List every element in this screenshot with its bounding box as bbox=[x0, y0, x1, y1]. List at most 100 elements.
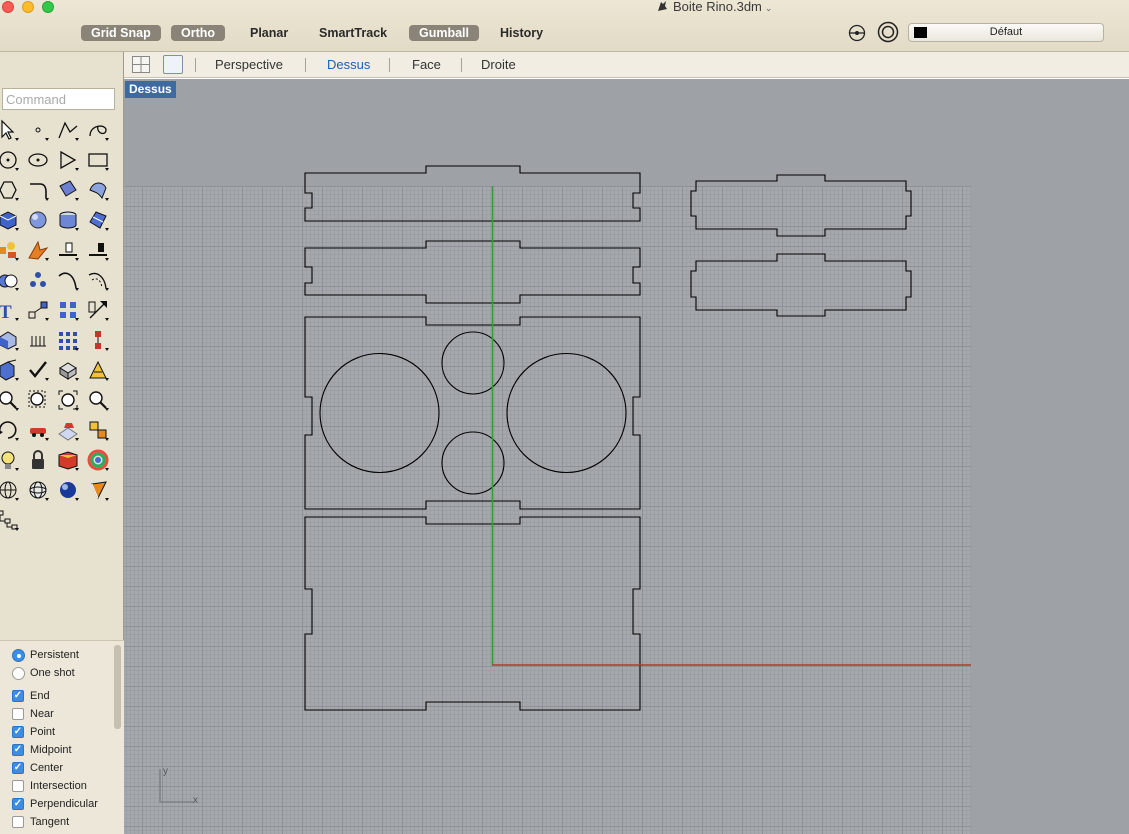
circle-icon[interactable] bbox=[0, 148, 20, 172]
snap-tangent[interactable]: Tangent bbox=[12, 814, 69, 830]
single-viewport-icon[interactable] bbox=[163, 55, 183, 74]
zoom-icon[interactable] bbox=[0, 388, 20, 412]
render-grid-icon[interactable] bbox=[56, 418, 80, 442]
tab-perspective[interactable]: Perspective bbox=[215, 57, 283, 72]
trim-icon[interactable] bbox=[56, 238, 80, 262]
current-layer-select[interactable]: Défaut bbox=[908, 23, 1104, 42]
gumball-move-icon[interactable] bbox=[26, 298, 50, 322]
center-checkbox[interactable]: ✓ bbox=[12, 762, 24, 774]
analyze-icon[interactable] bbox=[86, 358, 110, 382]
camera-target-icon[interactable] bbox=[86, 478, 110, 502]
box-side-panel[interactable] bbox=[304, 165, 641, 222]
split-icon[interactable] bbox=[86, 238, 110, 262]
one-shot-radio[interactable] bbox=[12, 666, 25, 680]
history-button[interactable]: History bbox=[490, 25, 553, 41]
point-icon[interactable] bbox=[26, 118, 50, 142]
intersection-checkbox[interactable] bbox=[12, 780, 24, 792]
ellipse-icon[interactable] bbox=[26, 148, 50, 172]
check-icon[interactable] bbox=[26, 358, 50, 382]
explode-icon[interactable] bbox=[26, 238, 50, 262]
viewport-title-label[interactable]: Dessus bbox=[125, 81, 176, 98]
solid-tools-icon[interactable] bbox=[0, 328, 20, 352]
point-checkbox[interactable]: ✓ bbox=[12, 726, 24, 738]
box-end-panel[interactable] bbox=[690, 253, 912, 317]
persistent-radio[interactable] bbox=[12, 648, 25, 662]
offset-icon[interactable] bbox=[86, 268, 110, 292]
transform-icon[interactable] bbox=[0, 238, 20, 262]
box-end-panel[interactable] bbox=[690, 174, 912, 237]
zoom-window-icon[interactable] bbox=[26, 388, 50, 412]
gumball-button[interactable]: Gumball bbox=[409, 25, 480, 41]
window-minimize-button[interactable] bbox=[22, 1, 34, 13]
near-checkbox[interactable] bbox=[12, 708, 24, 720]
osnap-toggle-icon[interactable] bbox=[847, 24, 867, 42]
window-close-button[interactable] bbox=[2, 1, 14, 13]
tab-face[interactable]: Face bbox=[412, 57, 441, 72]
large-circle-hole[interactable] bbox=[506, 352, 627, 474]
array-icon[interactable] bbox=[56, 298, 80, 322]
snap-intersection[interactable]: Intersection bbox=[12, 778, 87, 794]
end-checkbox[interactable]: ✓ bbox=[12, 690, 24, 702]
small-circle-hole[interactable] bbox=[441, 331, 505, 395]
command-input[interactable] bbox=[2, 88, 115, 110]
car-icon[interactable] bbox=[26, 418, 50, 442]
planar-button[interactable]: Planar bbox=[240, 25, 298, 41]
block-icon[interactable] bbox=[56, 358, 80, 382]
boolean-icon[interactable] bbox=[0, 268, 20, 292]
perpendicular-checkbox[interactable]: ✓ bbox=[12, 798, 24, 810]
cylinder-icon[interactable] bbox=[56, 208, 80, 232]
polygon-icon[interactable] bbox=[56, 148, 80, 172]
snap-center[interactable]: ✓ Center bbox=[12, 760, 63, 776]
shaded-sphere-icon[interactable] bbox=[26, 478, 50, 502]
snap-midpoint[interactable]: ✓ Midpoint bbox=[12, 742, 72, 758]
select-arrow-icon[interactable] bbox=[0, 118, 20, 142]
record-history-icon[interactable] bbox=[877, 21, 899, 43]
ortho-button[interactable]: Ortho bbox=[171, 25, 226, 41]
lock-icon[interactable] bbox=[26, 448, 50, 472]
sphere-icon[interactable] bbox=[26, 208, 50, 232]
tab-dessus[interactable]: Dessus bbox=[327, 57, 370, 72]
tab-droite[interactable]: Droite bbox=[481, 57, 516, 72]
snap-perpendicular[interactable]: ✓ Perpendicular bbox=[12, 796, 98, 812]
smarttrack-button[interactable]: SmartTrack bbox=[309, 25, 397, 41]
surface-icon[interactable] bbox=[56, 178, 80, 202]
fillet-icon[interactable] bbox=[26, 178, 50, 202]
snap-end[interactable]: ✓ End bbox=[12, 688, 50, 704]
four-viewports-icon[interactable] bbox=[131, 55, 151, 74]
window-zoom-button[interactable] bbox=[42, 1, 54, 13]
box-icon[interactable] bbox=[0, 208, 20, 232]
mode-one-shot[interactable]: One shot bbox=[12, 665, 75, 681]
curve-icon[interactable] bbox=[86, 118, 110, 142]
snapshot-icon[interactable] bbox=[86, 418, 110, 442]
rendered-sphere-icon[interactable] bbox=[56, 478, 80, 502]
text-icon[interactable]: T bbox=[0, 298, 20, 322]
points-on-icon[interactable] bbox=[26, 268, 50, 292]
top-viewport[interactable]: Dessus y x bbox=[124, 79, 1129, 834]
zoom-magnify-icon[interactable] bbox=[86, 388, 110, 412]
mode-persistent[interactable]: Persistent bbox=[12, 647, 79, 663]
dimension-icon[interactable] bbox=[86, 298, 110, 322]
object-tree-icon[interactable] bbox=[0, 508, 20, 532]
osnap-scrollbar[interactable] bbox=[114, 645, 121, 729]
hierarchy-icon[interactable] bbox=[86, 328, 110, 352]
rectangle-icon[interactable] bbox=[86, 148, 110, 172]
midpoint-checkbox[interactable]: ✓ bbox=[12, 744, 24, 756]
box-bottom-panel[interactable] bbox=[304, 516, 641, 711]
rotate-view-icon[interactable] bbox=[0, 418, 20, 442]
snap-point[interactable]: ✓ Point bbox=[12, 724, 55, 740]
large-circle-hole[interactable] bbox=[319, 352, 440, 474]
loft-icon[interactable] bbox=[86, 178, 110, 202]
drawing-canvas[interactable] bbox=[124, 79, 1129, 834]
layout-icon[interactable] bbox=[56, 328, 80, 352]
mesh-icon[interactable] bbox=[86, 208, 110, 232]
polyline-icon[interactable] bbox=[56, 118, 80, 142]
extrude-icon[interactable] bbox=[0, 358, 20, 382]
light-icon[interactable] bbox=[0, 448, 20, 472]
polygon-tools-icon[interactable] bbox=[0, 178, 20, 202]
layer-book-icon[interactable] bbox=[56, 448, 80, 472]
document-title[interactable]: Boite Rino.3dm ⌄ bbox=[656, 0, 772, 14]
small-circle-hole[interactable] bbox=[441, 431, 505, 495]
color-wheel-icon[interactable] bbox=[86, 448, 110, 472]
wireframe-sphere-icon[interactable] bbox=[0, 478, 20, 502]
curve-tools-icon[interactable] bbox=[56, 268, 80, 292]
